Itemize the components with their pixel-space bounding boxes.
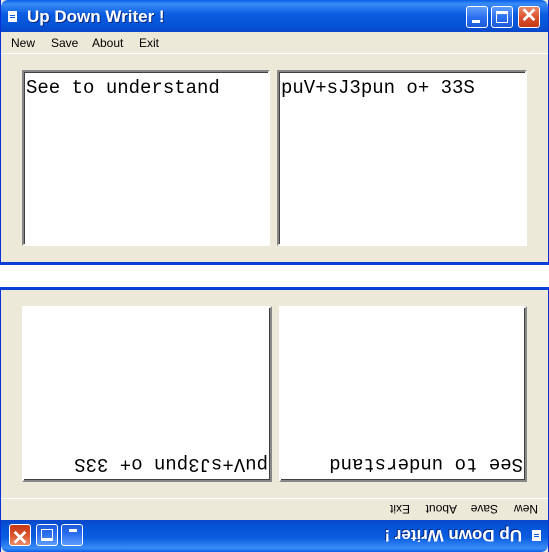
maximize-button[interactable] — [491, 6, 513, 28]
menu-about[interactable]: About — [426, 502, 457, 516]
title-bar[interactable]: Up Down Writer ! ✕ — [1, 0, 548, 32]
output-textbox[interactable]: puV+sJ3pun o+ 33S — [277, 70, 527, 246]
maximize-button[interactable] — [36, 524, 58, 546]
menu-bar: New Save About Exit — [1, 32, 548, 54]
window-app-icon[interactable] — [8, 11, 17, 22]
app-window-upside-down: Up Down Writer ! ✕ New Save About Exit S… — [0, 287, 549, 552]
input-textbox[interactable]: See to understand — [279, 306, 527, 482]
window-title: Up Down Writer ! — [27, 7, 165, 26]
minimize-icon — [472, 20, 480, 23]
menu-new[interactable]: New — [514, 502, 538, 516]
minimize-icon — [69, 529, 77, 532]
close-button[interactable]: ✕ — [518, 5, 540, 28]
output-textbox[interactable]: puV+sJ3pun o+ 33S — [22, 306, 272, 482]
menu-about[interactable]: About — [92, 36, 123, 50]
minimize-button[interactable] — [466, 6, 488, 28]
menu-exit[interactable]: Exit — [139, 36, 159, 50]
menu-divider — [1, 498, 548, 499]
title-bar[interactable]: Up Down Writer ! ✕ — [1, 520, 548, 552]
input-textbox[interactable]: See to understand — [22, 70, 270, 246]
app-window: Up Down Writer ! ✕ New Save About Exit S… — [0, 0, 549, 265]
menu-save[interactable]: Save — [471, 502, 498, 516]
menu-new[interactable]: New — [11, 36, 35, 50]
menu-divider — [1, 53, 548, 54]
menu-exit[interactable]: Exit — [390, 502, 410, 516]
maximize-icon — [41, 529, 53, 541]
window-app-icon[interactable] — [532, 530, 541, 541]
menu-bar: New Save About Exit — [1, 498, 548, 520]
minimize-button[interactable] — [61, 524, 83, 546]
close-button[interactable]: ✕ — [9, 524, 31, 547]
maximize-icon — [496, 11, 508, 23]
close-icon: ✕ — [11, 525, 29, 547]
close-icon: ✕ — [520, 5, 538, 27]
window-title: Up Down Writer ! — [384, 526, 522, 545]
menu-save[interactable]: Save — [51, 36, 78, 50]
